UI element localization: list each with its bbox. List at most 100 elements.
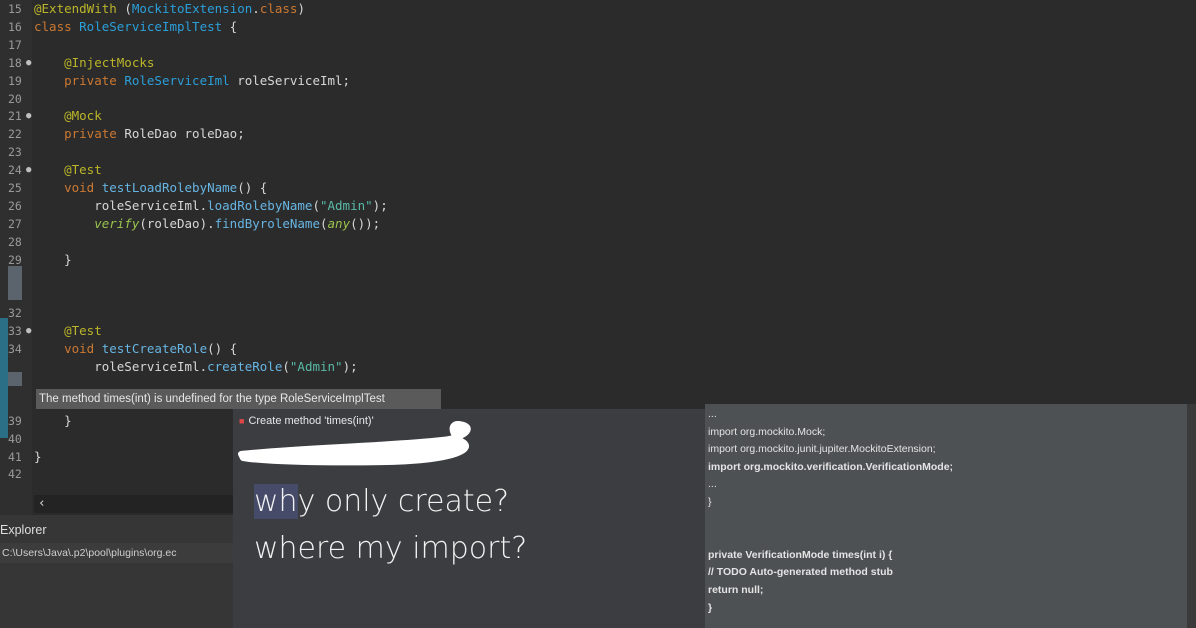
explorer-tab[interactable]: Explorer [0, 523, 47, 537]
code-token: ) [297, 1, 305, 16]
code-line[interactable]: 21 ● @Mock [0, 107, 1196, 125]
code-line[interactable]: 22 private RoleDao roleDao; [0, 125, 1196, 143]
code-line[interactable]: 24 ● @Test [0, 161, 1196, 179]
code-text: roleServiceIml.loadRolebyName("Admin"); [34, 197, 388, 215]
code-text: @Mock [34, 107, 102, 125]
preview-line: private VerificationMode times(int i) { [708, 548, 893, 561]
line-number: 23 [8, 145, 22, 160]
code-line[interactable] [0, 269, 1196, 287]
line-number: 42 [8, 467, 22, 482]
line-number: 39 [8, 413, 22, 428]
preview-line: ... [708, 478, 717, 491]
preview-line: import org.mockito.Mock; [708, 425, 826, 438]
preview-line: // TODO Auto-generated method stub [708, 566, 893, 579]
code-token: @Mock [34, 108, 102, 124]
annotation-line-2: where my import? [254, 531, 528, 566]
code-line[interactable]: 33 ● @Test [0, 322, 1196, 340]
code-token: ( [282, 359, 290, 374]
code-line[interactable]: 16 class RoleServiceImplTest { [0, 18, 1196, 36]
code-text: private RoleServiceIml roleServiceIml; [34, 72, 350, 90]
code-line[interactable]: 26 roleServiceIml.loadRolebyName("Admin"… [0, 197, 1196, 215]
code-line[interactable]: 25 void testLoadRolebyName() { [0, 179, 1196, 197]
code-token: @Test [34, 162, 102, 178]
fold-marker-icon[interactable]: ● [26, 107, 31, 125]
code-token: } [34, 412, 72, 428]
code-text: } [34, 412, 72, 430]
code-token: private [34, 126, 125, 142]
preview-line: ... [708, 408, 717, 420]
code-line[interactable]: 29 } [0, 251, 1196, 269]
code-token: (roleDao). [139, 215, 215, 231]
code-token: any [327, 215, 351, 231]
code-token: roleServiceIml; [229, 72, 351, 88]
code-text: class RoleServiceImplTest { [34, 18, 237, 36]
annotation-line-1: why only create? [254, 478, 527, 525]
code-line[interactable]: 28 [0, 233, 1196, 251]
code-token: RoleServiceImplTest [79, 18, 223, 34]
code-text: roleServiceIml.createRole("Admin"); [34, 358, 358, 376]
line-number: 41 [8, 449, 22, 464]
code-line[interactable]: 19 private RoleServiceIml roleServiceIml… [0, 72, 1196, 90]
error-hover-tooltip: The method times(int) is undefined for t… [36, 389, 441, 409]
code-line[interactable]: 20 [0, 90, 1196, 108]
code-line[interactable]: 18 ● @InjectMocks [0, 54, 1196, 72]
code-token: "Admin" [319, 197, 373, 213]
line-number: 29 [8, 252, 22, 267]
code-token: class [34, 18, 80, 34]
line-number: 22 [8, 127, 22, 142]
code-token: loadRolebyName [207, 197, 313, 213]
code-text: void testLoadRolebyName() { [34, 179, 267, 197]
code-text: @Test [34, 161, 102, 179]
line-number: 28 [8, 234, 22, 249]
code-text: @Test [34, 322, 102, 340]
code-line[interactable]: 17 [0, 36, 1196, 54]
code-token: () { [207, 341, 238, 357]
code-text: } [34, 448, 42, 466]
code-text: verify(roleDao).findByroleName(any()); [34, 215, 380, 233]
code-token: createRole [207, 359, 283, 374]
fold-marker-icon[interactable]: ● [26, 322, 31, 340]
code-line[interactable]: roleServiceIml.createRole("Admin"); [0, 358, 1196, 376]
code-token: RoleDao roleDao; [124, 126, 245, 142]
line-number: 17 [8, 37, 22, 52]
line-number: 32 [8, 306, 22, 321]
preview-scrollbar[interactable] [1187, 404, 1196, 628]
code-token: roleServiceIml. [34, 359, 208, 374]
fold-marker-icon[interactable]: ● [26, 161, 31, 179]
code-token: } [34, 448, 42, 464]
code-line[interactable] [0, 286, 1196, 304]
code-token: testCreateRole [101, 341, 208, 357]
preview-line: } [708, 496, 712, 508]
code-text: @ExtendWith (MockitoExtension.class) [34, 0, 305, 18]
scroll-left-arrow-icon[interactable]: ‹ [38, 495, 46, 513]
code-text: } [34, 251, 72, 269]
code-text: private RoleDao roleDao; [34, 125, 245, 143]
code-token: ( [312, 197, 320, 213]
code-token: ( [116, 1, 132, 16]
code-token: MockitoExtension [131, 1, 253, 16]
line-number: 15 [8, 2, 22, 16]
fold-marker-icon[interactable]: ● [26, 54, 31, 72]
code-token: private [34, 72, 125, 88]
code-line[interactable]: 27 verify(roleDao).findByroleName(any())… [0, 215, 1196, 233]
code-token: ( [319, 215, 328, 231]
code-line[interactable]: 32 [0, 304, 1196, 322]
code-token: void [34, 341, 102, 357]
code-text: void testCreateRole() { [34, 340, 237, 358]
code-line[interactable]: 23 [0, 143, 1196, 161]
code-token: ()); [350, 215, 381, 231]
preview-line: } [708, 601, 713, 614]
code-token: } [34, 251, 72, 267]
code-token: findByroleName [214, 215, 320, 231]
user-annotation: why only create? where my import? [254, 478, 527, 572]
code-token: () { [237, 180, 268, 195]
code-line[interactable]: 34 void testCreateRole() { [0, 340, 1196, 358]
code-token: ); [342, 359, 358, 374]
code-line[interactable]: 15 @ExtendWith (MockitoExtension.class) [0, 0, 1196, 18]
quick-fix-preview: ... import org.mockito.Mock; import org.mo… [705, 404, 1187, 628]
code-text: @InjectMocks [34, 54, 154, 72]
preview-line: import org.mockito.verification.Verifica… [708, 460, 954, 473]
line-number: 19 [8, 73, 22, 88]
line-number: 20 [8, 91, 22, 106]
redaction-scribble [238, 421, 471, 466]
